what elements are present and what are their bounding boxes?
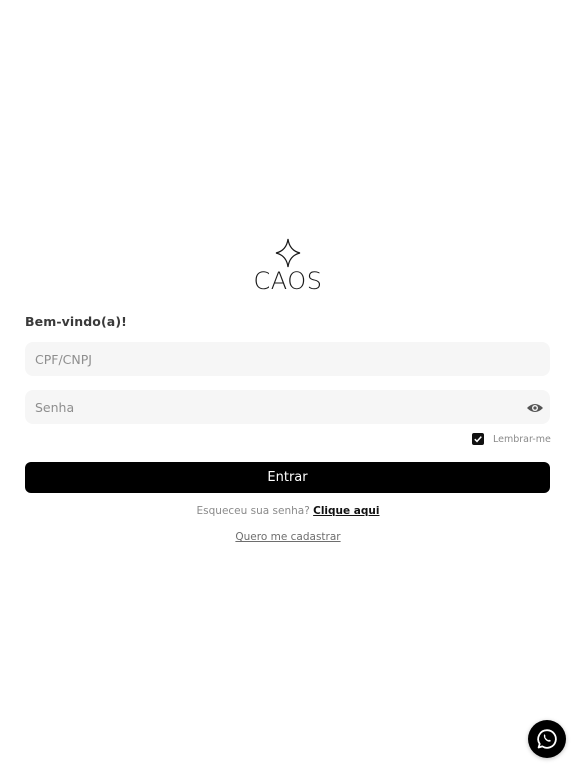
password-input[interactable]: [25, 390, 550, 424]
four-point-star-icon: [275, 238, 301, 268]
caos-logo: CAOS: [238, 236, 338, 296]
whatsapp-button[interactable]: [528, 720, 566, 758]
remember-me: Lembrar-me: [472, 432, 551, 446]
enter-button[interactable]: Entrar: [25, 462, 550, 493]
cpf-cnpj-input[interactable]: [25, 342, 550, 376]
login-page: CAOS Bem-vindo(a)! Lembrar-me Entrar Esq…: [0, 0, 576, 768]
brand-wordmark: CAOS: [254, 267, 323, 295]
register-row: Quero me cadastrar: [0, 531, 576, 543]
forgot-password-row: Esqueceu sua senha? Clique aqui: [0, 505, 576, 517]
whatsapp-icon: [537, 729, 557, 749]
register-link[interactable]: Quero me cadastrar: [235, 531, 340, 543]
check-icon: [474, 436, 482, 443]
welcome-heading: Bem-vindo(a)!: [25, 314, 127, 329]
forgot-password-text: Esqueceu sua senha?: [196, 505, 310, 517]
remember-me-checkbox[interactable]: [472, 433, 484, 445]
eye-icon[interactable]: [526, 400, 544, 414]
forgot-password-link[interactable]: Clique aqui: [313, 505, 379, 517]
remember-me-label: Lembrar-me: [493, 433, 551, 445]
